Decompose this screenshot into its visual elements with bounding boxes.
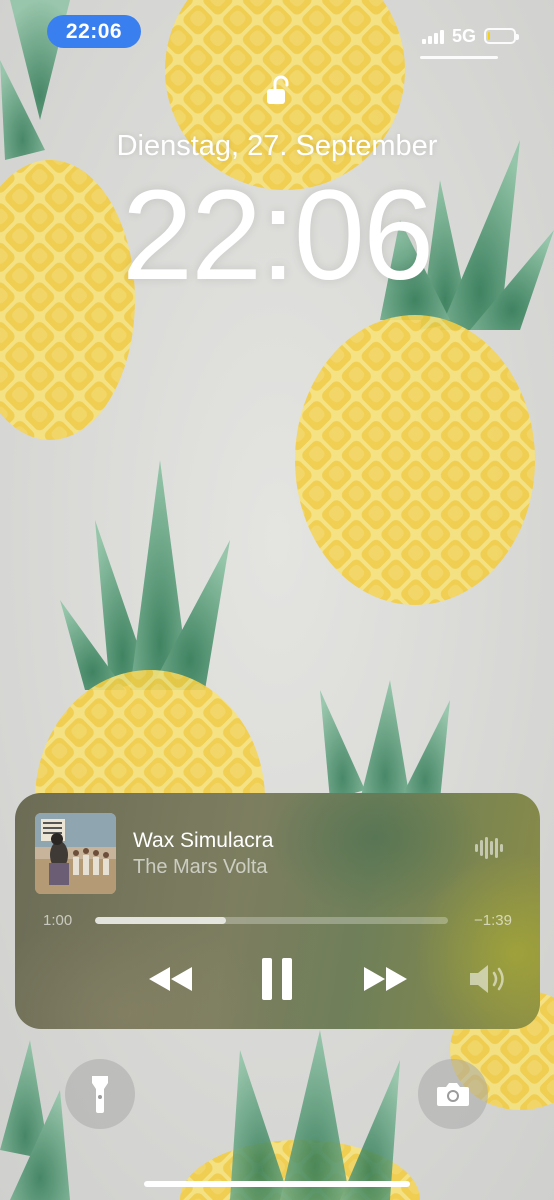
volume-button[interactable] — [465, 959, 515, 999]
status-indicators: 5G — [421, 22, 519, 50]
status-indicator-underline — [420, 56, 498, 59]
lock-screen-time: 22:06 — [121, 164, 434, 307]
pause-button[interactable] — [255, 953, 299, 1005]
lock-screen-date: Dienstag, 27. September — [116, 130, 438, 162]
pause-icon — [262, 958, 292, 1000]
camera-icon — [437, 1083, 469, 1106]
camera-button[interactable] — [418, 1059, 488, 1129]
track-artist: The Mars Volta — [133, 856, 268, 878]
flashlight-icon — [92, 1076, 108, 1113]
now-playing-widget[interactable]: Wax Simulacra The Mars Volta 1:00 −1:39 — [15, 793, 540, 1029]
album-cover-icon[interactable] — [35, 813, 116, 894]
cellular-signal-icon — [421, 28, 444, 44]
home-indicator[interactable] — [144, 1181, 410, 1187]
rewind-button[interactable] — [143, 957, 199, 1001]
speaker-icon — [470, 965, 504, 993]
battery-level — [488, 32, 490, 40]
unlocked-padlock-icon — [267, 75, 289, 104]
remaining-time: −1:39 — [474, 912, 512, 929]
elapsed-time: 1:00 — [43, 912, 73, 929]
network-type: 5G — [451, 25, 476, 46]
rewind-icon — [149, 967, 192, 991]
waveform-icon[interactable] — [474, 836, 506, 860]
status-time: 22:06 — [65, 19, 123, 43]
status-time-pill[interactable]: 22:06 — [47, 15, 141, 48]
battery-tip — [516, 34, 519, 40]
fast-forward-button[interactable] — [357, 957, 413, 1001]
flashlight-button[interactable] — [65, 1059, 135, 1129]
track-title: Wax Simulacra — [133, 829, 274, 852]
playback-scrubber[interactable] — [95, 917, 448, 924]
fast-forward-icon — [364, 967, 407, 991]
playback-progress — [95, 917, 226, 924]
battery-icon — [484, 28, 519, 44]
